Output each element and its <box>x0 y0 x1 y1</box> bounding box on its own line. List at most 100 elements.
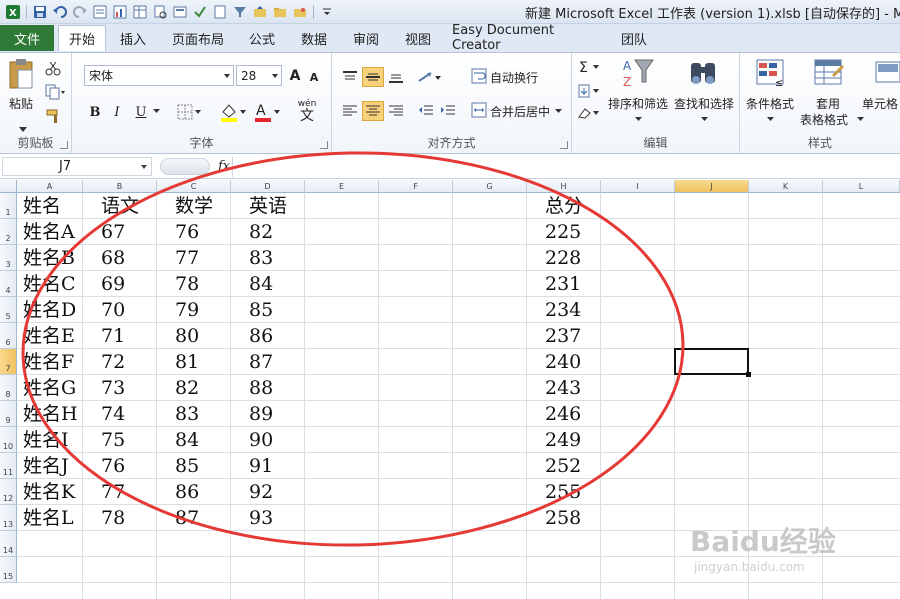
data-cell[interactable]: 231 <box>545 273 581 295</box>
check-icon[interactable] <box>191 3 209 21</box>
sort-filter-icon[interactable]: AZ <box>620 55 656 91</box>
row-header-11[interactable]: 11 <box>0 453 17 479</box>
paste-label[interactable]: 粘贴 <box>9 95 33 112</box>
orientation-icon[interactable] <box>416 67 444 87</box>
underline-dropdown-icon[interactable] <box>152 107 160 115</box>
tab-data[interactable]: 数据 <box>294 25 334 51</box>
folder-star-icon[interactable] <box>291 3 309 21</box>
align-center-icon[interactable] <box>362 101 384 121</box>
format-as-table-label-1[interactable]: 套用 <box>816 95 840 112</box>
folder-up-icon[interactable] <box>251 3 269 21</box>
data-cell[interactable]: 76 <box>101 455 125 477</box>
data-cell[interactable]: 90 <box>249 429 273 451</box>
decrease-indent-icon[interactable] <box>416 101 436 121</box>
row-header-3[interactable]: 3 <box>0 245 17 271</box>
data-cell[interactable]: 255 <box>545 481 581 503</box>
format-painter-icon[interactable] <box>44 107 62 125</box>
header-cell[interactable]: 总分 <box>545 195 583 217</box>
align-bottom-icon[interactable] <box>386 67 406 87</box>
formula-bar-splitter[interactable] <box>160 158 210 175</box>
data-cell[interactable]: 80 <box>175 325 199 347</box>
column-header-k[interactable]: K <box>749 180 823 193</box>
data-cell[interactable]: 姓名E <box>23 325 75 347</box>
fill-color-icon[interactable] <box>218 101 248 123</box>
data-cell[interactable]: 83 <box>175 403 199 425</box>
data-cell[interactable]: 77 <box>101 481 125 503</box>
data-cell[interactable]: 91 <box>249 455 273 477</box>
data-cell[interactable]: 86 <box>249 325 273 347</box>
data-cell[interactable]: 249 <box>545 429 581 451</box>
data-cell[interactable]: 70 <box>101 299 125 321</box>
row-header-6[interactable]: 6 <box>0 323 17 349</box>
data-cell[interactable]: 姓名B <box>23 247 75 269</box>
row-header-9[interactable]: 9 <box>0 401 17 427</box>
redo-icon[interactable] <box>71 3 89 21</box>
name-box[interactable]: J7 <box>2 157 152 176</box>
data-cell[interactable]: 78 <box>101 507 125 529</box>
merge-dropdown-icon[interactable] <box>554 107 562 115</box>
data-cell[interactable]: 72 <box>101 351 125 373</box>
tab-insert[interactable]: 插入 <box>112 25 154 51</box>
conditional-dropdown-icon[interactable] <box>766 115 774 123</box>
row-header-7[interactable]: 7 <box>0 349 17 375</box>
form-icon[interactable] <box>91 3 109 21</box>
column-header-c[interactable]: C <box>157 180 231 193</box>
excel-logo-icon[interactable]: X <box>4 3 22 21</box>
find-select-dropdown-icon[interactable] <box>700 115 708 123</box>
data-cell[interactable]: 258 <box>545 507 581 529</box>
column-header-i[interactable]: I <box>601 180 675 193</box>
fill-icon[interactable] <box>576 81 602 101</box>
data-cell[interactable]: 84 <box>175 429 199 451</box>
data-cell[interactable]: 228 <box>545 247 581 269</box>
data-cell[interactable]: 243 <box>545 377 581 399</box>
font-color-button[interactable]: A <box>252 101 282 123</box>
data-cell[interactable]: 89 <box>249 403 273 425</box>
customize-qat-icon[interactable] <box>318 3 336 21</box>
copy-icon[interactable] <box>44 83 66 101</box>
align-left-icon[interactable] <box>340 101 360 121</box>
wrap-text-label[interactable]: 自动换行 <box>490 69 538 86</box>
italic-button[interactable]: I <box>108 103 126 121</box>
row-header-1[interactable]: 1 <box>0 193 17 219</box>
fill-handle[interactable] <box>746 372 751 377</box>
data-cell[interactable]: 85 <box>175 455 199 477</box>
data-cell[interactable]: 85 <box>249 299 273 321</box>
row-header-5[interactable]: 5 <box>0 297 17 323</box>
conditional-format-icon[interactable]: ≤ <box>754 57 788 91</box>
shrink-font-button[interactable]: A <box>306 69 322 85</box>
tab-home[interactable]: 开始 <box>58 25 106 51</box>
data-cell[interactable]: 78 <box>175 273 199 295</box>
cell-styles-label[interactable]: 单元格 <box>862 95 898 112</box>
data-cell[interactable]: 74 <box>101 403 125 425</box>
format-as-table-dropdown-icon[interactable] <box>856 115 864 123</box>
row-header-10[interactable]: 10 <box>0 427 17 453</box>
align-right-icon[interactable] <box>386 101 406 121</box>
header-cell[interactable]: 数学 <box>175 195 213 217</box>
column-header-f[interactable]: F <box>379 180 453 193</box>
increase-indent-icon[interactable] <box>438 101 458 121</box>
tab-file[interactable]: 文件 <box>0 25 54 51</box>
data-cell[interactable]: 82 <box>249 221 273 243</box>
data-cell[interactable]: 83 <box>249 247 273 269</box>
formula-input[interactable] <box>232 157 900 177</box>
tab-team[interactable]: 团队 <box>612 25 656 51</box>
folder-icon[interactable] <box>271 3 289 21</box>
data-cell[interactable]: 67 <box>101 221 125 243</box>
clear-icon[interactable] <box>576 103 602 123</box>
alignment-dialog-launcher[interactable] <box>560 141 568 149</box>
find-select-label[interactable]: 查找和选择 <box>674 95 734 112</box>
column-header-a[interactable]: A <box>17 180 83 193</box>
column-header-j[interactable]: J <box>675 180 749 193</box>
row-header-15[interactable]: 15 <box>0 557 17 583</box>
underline-button[interactable]: U <box>132 103 150 121</box>
data-cell[interactable]: 88 <box>249 377 273 399</box>
data-cell[interactable]: 225 <box>545 221 581 243</box>
binoculars-icon[interactable] <box>686 55 720 91</box>
data-cell[interactable]: 姓名L <box>23 507 74 529</box>
data-cell[interactable]: 237 <box>545 325 581 347</box>
data-cell[interactable]: 92 <box>249 481 273 503</box>
data-cell[interactable]: 73 <box>101 377 125 399</box>
data-cell[interactable]: 姓名K <box>23 481 75 503</box>
data-cell[interactable]: 姓名J <box>23 455 69 477</box>
paste-dropdown-icon[interactable] <box>18 125 28 133</box>
